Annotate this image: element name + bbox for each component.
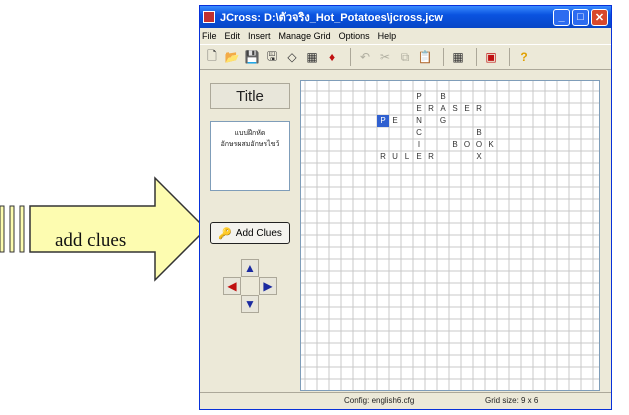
toolbar-separator bbox=[443, 48, 444, 66]
grid-cell-letter[interactable]: O bbox=[473, 139, 485, 151]
thermometer-icon[interactable]: ♦ bbox=[324, 49, 340, 65]
grid-cell-letter[interactable]: R bbox=[425, 103, 437, 115]
copy-icon[interactable]: ⧉ bbox=[397, 49, 413, 65]
grid-cell-letter[interactable]: N bbox=[413, 115, 425, 127]
grid-lines bbox=[301, 81, 599, 390]
grid-cell-letter[interactable]: X bbox=[473, 151, 485, 163]
status-grid-size: Grid size: 9 x 6 bbox=[485, 396, 539, 405]
menu-file[interactable]: File bbox=[202, 31, 217, 41]
grid-cell-letter[interactable]: R bbox=[377, 151, 389, 163]
key-icon: 🔑 bbox=[218, 227, 232, 240]
grid-cell-letter[interactable]: R bbox=[473, 103, 485, 115]
add-clues-label: Add Clues bbox=[235, 227, 282, 239]
title-text-line-1: แบบฝึกหัด bbox=[234, 129, 266, 137]
toolbar-separator bbox=[350, 48, 351, 66]
toolbar-separator bbox=[509, 48, 510, 66]
grid-export-icon[interactable]: ▦ bbox=[304, 49, 320, 65]
grid-cell-letter[interactable]: S bbox=[449, 103, 461, 115]
grid-cell-letter[interactable]: O bbox=[461, 139, 473, 151]
navigation-pad: ▲ ◀ ▶ ▼ bbox=[210, 251, 290, 326]
menu-options[interactable]: Options bbox=[339, 31, 370, 41]
window-title: JCross: D:\ตัวจริง_Hot_Potatoes\jcross.j… bbox=[220, 12, 443, 24]
crossword-grid[interactable]: PBERASERPENGCBIBOOKRULERX bbox=[300, 80, 600, 391]
grid-cell-letter[interactable]: B bbox=[449, 139, 461, 151]
title-bar[interactable]: JCross: D:\ตัวจริง_Hot_Potatoes\jcross.j… bbox=[200, 6, 611, 28]
annotation-label: add clues bbox=[55, 230, 127, 251]
grid-cell-letter[interactable]: B bbox=[473, 127, 485, 139]
new-file-icon[interactable]: 🗋 bbox=[204, 49, 220, 65]
status-bar: Config: english6.cfg Grid size: 9 x 6 bbox=[200, 392, 611, 409]
save-icon[interactable]: 💾 bbox=[244, 49, 260, 65]
grid-cell-letter[interactable]: P bbox=[413, 91, 425, 103]
grid-icon[interactable]: ▦ bbox=[450, 49, 466, 65]
web-export-icon[interactable]: ◇ bbox=[284, 49, 300, 65]
jcross-window: JCross: D:\ตัวจริง_Hot_Potatoes\jcross.j… bbox=[199, 5, 612, 410]
menu-bar: File Edit Insert Manage Grid Options Hel… bbox=[200, 28, 611, 44]
title-text-box[interactable]: แบบฝึกหัด อักษรผสมอักษรไขว้ bbox=[210, 121, 290, 191]
menu-help[interactable]: Help bbox=[378, 31, 397, 41]
arrow-down-icon[interactable]: ▼ bbox=[241, 295, 259, 313]
title-button[interactable]: Title bbox=[210, 83, 290, 109]
grid-cell-letter[interactable]: I bbox=[413, 139, 425, 151]
maximize-button[interactable]: □ bbox=[572, 8, 589, 26]
grid-cell-letter[interactable]: R bbox=[425, 151, 437, 163]
arrow-left-icon[interactable]: ◀ bbox=[223, 277, 241, 295]
left-panel: Title แบบฝึกหัด อักษรผสมอักษรไขว้ 🔑 Add … bbox=[200, 69, 300, 389]
add-clues-button[interactable]: 🔑 Add Clues bbox=[210, 222, 290, 244]
menu-edit[interactable]: Edit bbox=[225, 31, 241, 41]
status-config: Config: english6.cfg bbox=[344, 396, 415, 405]
grid-cell-letter[interactable]: L bbox=[401, 151, 413, 163]
undo-icon[interactable]: ↶ bbox=[357, 49, 373, 65]
book-icon[interactable]: ▣ bbox=[483, 49, 499, 65]
grid-cell-letter[interactable]: B bbox=[437, 91, 449, 103]
grid-cell-letter[interactable]: C bbox=[413, 127, 425, 139]
arrow-up-icon[interactable]: ▲ bbox=[241, 259, 259, 277]
grid-cell-letter[interactable]: G bbox=[437, 115, 449, 127]
grid-cell-letter[interactable]: E bbox=[413, 151, 425, 163]
grid-cell-letter[interactable]: E bbox=[389, 115, 401, 127]
title-text-line-2: อักษรผสมอักษรไขว้ bbox=[220, 140, 280, 148]
minimize-button[interactable]: _ bbox=[553, 8, 570, 26]
help-icon[interactable]: ? bbox=[516, 49, 532, 65]
grid-cell-letter[interactable]: U bbox=[389, 151, 401, 163]
cut-icon[interactable]: ✂ bbox=[377, 49, 393, 65]
arrow-right-icon[interactable]: ▶ bbox=[259, 277, 277, 295]
grid-cell-letter[interactable]: P bbox=[377, 115, 389, 127]
open-folder-icon[interactable]: 📂 bbox=[224, 49, 240, 65]
paste-icon[interactable]: 📋 bbox=[417, 49, 433, 65]
menu-manage-grid[interactable]: Manage Grid bbox=[279, 31, 331, 41]
grid-cell-letter[interactable]: A bbox=[437, 103, 449, 115]
toolbar-separator bbox=[476, 48, 477, 66]
grid-cell-letter[interactable]: K bbox=[485, 139, 497, 151]
app-icon bbox=[203, 11, 215, 23]
close-button[interactable]: ✕ bbox=[591, 8, 608, 26]
grid-cell-letter[interactable]: E bbox=[461, 103, 473, 115]
save-as-icon[interactable]: 🖫 bbox=[264, 49, 280, 65]
grid-cell-letter[interactable]: E bbox=[413, 103, 425, 115]
toolbar: 🗋 📂 💾 🖫 ◇ ▦ ♦ ↶ ✂ ⧉ 📋 ▦ ▣ ? bbox=[200, 44, 611, 70]
menu-insert[interactable]: Insert bbox=[248, 31, 271, 41]
